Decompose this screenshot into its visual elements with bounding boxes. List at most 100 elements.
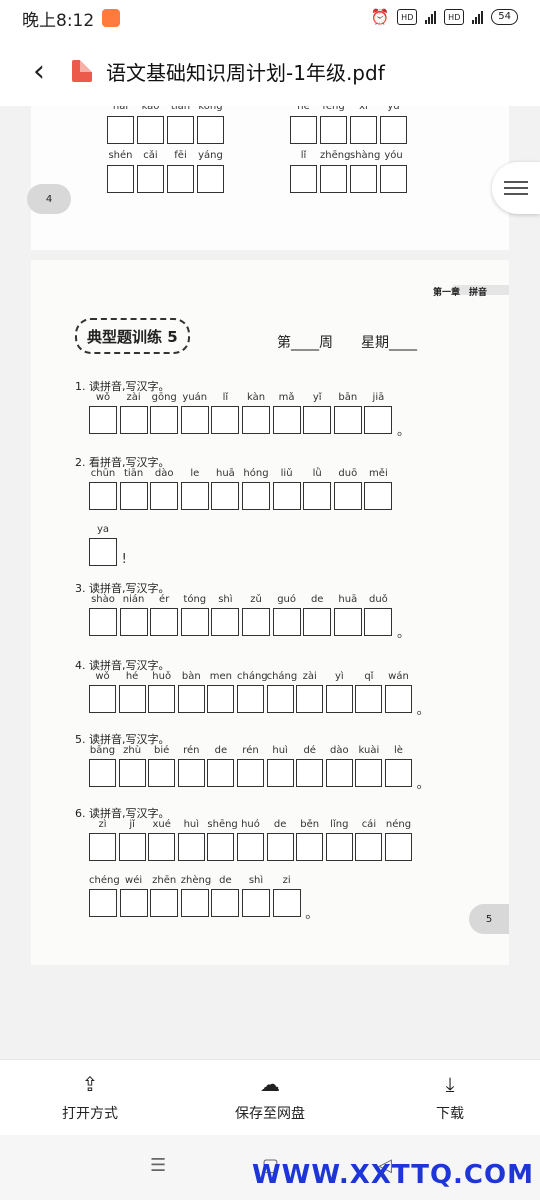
pinyin-label: lǐ xyxy=(300,150,307,161)
writing-box xyxy=(303,482,332,510)
writing-box xyxy=(333,482,362,510)
pinyin-label: shén xyxy=(108,150,133,161)
pinyin-label: cháng xyxy=(237,671,268,682)
pinyin-label: fēi xyxy=(174,150,187,161)
pinyin-label: nián xyxy=(122,594,145,605)
pinyin-label: yǐ xyxy=(312,392,322,403)
writing-box xyxy=(333,608,362,636)
menu-icon xyxy=(504,179,528,197)
pinyin-label: kong xyxy=(198,106,223,112)
writing-box xyxy=(119,889,148,917)
writing-box xyxy=(118,759,146,787)
battery-icon: 54 xyxy=(491,9,518,25)
writing-box xyxy=(237,759,264,787)
pinyin-label: de xyxy=(310,594,324,605)
writing-box xyxy=(150,406,179,434)
pinyin-label: lǜ xyxy=(312,468,322,479)
pinyin-label: cháng xyxy=(266,671,298,682)
writing-box xyxy=(150,889,179,917)
writing-box xyxy=(355,685,383,713)
pinyin-label: duǒ xyxy=(368,594,388,605)
writing-box xyxy=(320,165,347,193)
writing-box xyxy=(380,116,407,144)
punctuation: 。 xyxy=(397,424,411,439)
pinyin-label: huì xyxy=(183,819,200,830)
writing-box xyxy=(350,116,377,144)
pinyin-label: bàn xyxy=(181,671,201,682)
pinyin-label: jiā xyxy=(372,392,385,403)
writing-box xyxy=(150,608,179,636)
writing-box xyxy=(296,833,324,861)
bottom-toolbar: ⇪ 打开方式 ☁ 保存至网盘 ⤓ 下载 xyxy=(0,1059,540,1136)
writing-box xyxy=(137,165,164,193)
pinyin-label: zài xyxy=(126,392,141,403)
menu-nav-icon[interactable]: ☰ xyxy=(150,1155,166,1176)
header: ‹ 语文基础知识周计划-1年级.pdf xyxy=(0,36,540,106)
outline-menu-button[interactable] xyxy=(492,162,540,214)
punctuation: 。 xyxy=(416,703,430,718)
pinyin-label: shào xyxy=(91,594,115,605)
writing-box xyxy=(207,833,235,861)
pinyin-label: ya xyxy=(96,524,110,535)
pinyin-label: jǐ xyxy=(129,819,135,830)
writing-box xyxy=(242,406,270,434)
status-time: 晚上8:12 xyxy=(22,10,95,31)
pinyin-label: měi xyxy=(369,468,388,479)
pinyin-label: huì xyxy=(272,745,288,756)
pinyin-label: bié xyxy=(154,745,170,756)
watermark: WWW.XXTTQ.COM xyxy=(252,1160,534,1190)
pinyin-label: shì xyxy=(218,594,233,605)
writing-box xyxy=(148,759,176,787)
pdf-page-5: 第一章 拼音 典型题训练 5 第____周 星期____ 5 1. 读拼音,写汉… xyxy=(31,260,509,965)
download-button[interactable]: ⤓ 下载 xyxy=(360,1060,540,1136)
pdf-viewer[interactable]: 4 hai kao tian kong he feng xi yu shén cǎi fēi yáng… xyxy=(0,106,540,1059)
document-title: 语文基础知识周计划-1年级.pdf xyxy=(106,60,385,85)
pinyin-label: lè xyxy=(394,745,403,756)
open-with-button[interactable]: ⇪ 打开方式 xyxy=(0,1060,180,1136)
writing-box xyxy=(119,406,148,434)
writing-box xyxy=(303,406,332,434)
pinyin-label: zi xyxy=(282,875,291,886)
pinyin-label: bāng xyxy=(89,745,116,756)
writing-box xyxy=(385,759,412,787)
writing-box xyxy=(89,685,116,713)
pdf-file-icon xyxy=(72,60,92,82)
back-button[interactable]: ‹ xyxy=(14,46,64,96)
share-icon: ⇪ xyxy=(81,1072,99,1096)
chapter-heading: 第一章 拼音 xyxy=(432,288,487,298)
writing-box xyxy=(296,685,324,713)
writing-box xyxy=(320,116,347,144)
save-to-disk-button[interactable]: ☁ 保存至网盘 xyxy=(180,1060,360,1136)
pinyin-label: de xyxy=(273,819,287,830)
pinyin-label: kuài xyxy=(358,745,380,756)
alarm-icon: ⏰ xyxy=(370,8,390,26)
pinyin-label: men xyxy=(209,671,232,682)
pinyin-label: xi xyxy=(359,106,368,112)
writing-box xyxy=(107,116,134,144)
writing-box xyxy=(237,685,264,713)
pinyin-label: feng xyxy=(322,106,345,112)
pinyin-label: yuán xyxy=(182,392,208,403)
writing-box xyxy=(290,165,317,193)
hd-icon-2: HD xyxy=(444,9,465,25)
save-to-disk-label: 保存至网盘 xyxy=(235,1106,305,1122)
pinyin-label: zhèng xyxy=(180,875,212,886)
writing-box xyxy=(137,116,164,144)
writing-box xyxy=(290,116,317,144)
writing-box xyxy=(325,833,353,861)
writing-box xyxy=(197,116,224,144)
writing-box xyxy=(180,482,209,510)
punctuation: 。 xyxy=(397,626,411,641)
punctuation: 。 xyxy=(305,907,319,922)
writing-box xyxy=(150,482,179,510)
page-number: 4 xyxy=(45,193,53,205)
pinyin-label: zhēng xyxy=(320,150,351,161)
hd-icon: HD xyxy=(397,9,418,25)
writing-box xyxy=(272,889,301,917)
writing-box xyxy=(207,759,235,787)
writing-box xyxy=(272,608,301,636)
pinyin-label: tian xyxy=(170,106,191,112)
writing-box xyxy=(211,406,240,434)
pinyin-label: mǎ xyxy=(278,392,295,403)
signal-icon xyxy=(425,10,437,24)
